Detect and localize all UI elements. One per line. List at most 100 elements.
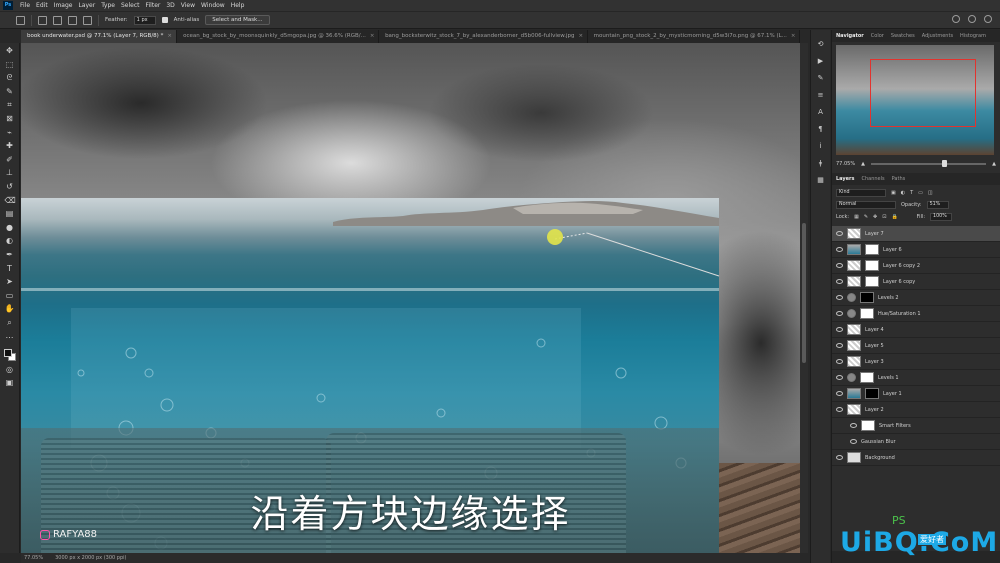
- visibility-eye-icon[interactable]: [836, 311, 843, 316]
- menu-filter[interactable]: Filter: [143, 2, 164, 9]
- visibility-eye-icon[interactable]: [836, 359, 843, 364]
- properties-icon[interactable]: ≡: [816, 91, 825, 100]
- feather-input[interactable]: 1 px: [133, 15, 156, 25]
- layer-mask-thumbnail[interactable]: [865, 388, 879, 399]
- layer-name[interactable]: Layer 6 copy: [883, 279, 915, 285]
- layer-row[interactable]: Levels 2: [832, 290, 1000, 306]
- filter-smart-object-icon[interactable]: ◫: [928, 190, 933, 196]
- zoom-slider[interactable]: [870, 160, 987, 167]
- dodge-tool-icon[interactable]: ◐: [5, 236, 15, 246]
- layer-name[interactable]: Layer 6 copy 2: [883, 263, 920, 269]
- visibility-eye-icon[interactable]: [836, 247, 843, 252]
- layer-thumbnail[interactable]: [847, 260, 861, 271]
- more-tools-icon[interactable]: …: [5, 331, 15, 341]
- layer-name[interactable]: Background: [865, 455, 895, 461]
- zoom-out-icon[interactable]: ▲: [861, 161, 865, 167]
- frame-tool-icon[interactable]: ⊠: [5, 114, 15, 124]
- menu-help[interactable]: Help: [228, 2, 248, 9]
- filter-shape-icon[interactable]: ▭: [918, 190, 923, 196]
- lasso-tool-icon[interactable]: ᘓ: [5, 73, 15, 83]
- layer-row[interactable]: Layer 3: [832, 354, 1000, 370]
- layer-row[interactable]: Background: [832, 450, 1000, 466]
- layer-name[interactable]: Layer 3: [865, 359, 884, 365]
- tab-adjustments[interactable]: Adjustments: [922, 33, 953, 39]
- select-and-mask-button[interactable]: Select and Mask...: [205, 15, 270, 25]
- foreground-color-swatch[interactable]: [3, 349, 12, 358]
- lock-position-icon[interactable]: ✥: [873, 214, 877, 220]
- lock-image-icon[interactable]: ✎: [864, 214, 868, 220]
- pen-tool-icon[interactable]: ✒: [5, 250, 15, 260]
- subtract-from-selection-icon[interactable]: [68, 15, 77, 25]
- menu-3d[interactable]: 3D: [163, 2, 177, 9]
- layer-name[interactable]: Layer 2: [865, 407, 884, 413]
- filter-adjustment-icon[interactable]: ◐: [901, 190, 905, 196]
- visibility-eye-icon[interactable]: [836, 327, 843, 332]
- visibility-eye-icon[interactable]: [836, 263, 843, 268]
- tab-channels[interactable]: Channels: [862, 176, 885, 182]
- navigator-thumbnail[interactable]: [836, 45, 994, 155]
- layer-row[interactable]: Layer 1: [832, 386, 1000, 402]
- menu-image[interactable]: Image: [51, 2, 76, 9]
- layer-name[interactable]: Layer 7: [865, 231, 884, 237]
- quick-mask-icon[interactable]: ◎: [5, 365, 15, 375]
- tab-mountain-png[interactable]: mountain_png_stock_2_by_mysticmorning_d5…: [588, 30, 800, 43]
- scrollbar-thumb[interactable]: [802, 223, 806, 363]
- close-icon[interactable]: ×: [370, 33, 375, 39]
- vertical-scrollbar[interactable]: [800, 43, 808, 553]
- filter-type-icon[interactable]: T: [910, 190, 913, 196]
- menu-file[interactable]: File: [17, 2, 33, 9]
- layer-thumbnail[interactable]: [847, 324, 861, 335]
- layer-row[interactable]: Hue/Saturation 1: [832, 306, 1000, 322]
- navigator-view-frame[interactable]: [870, 59, 976, 127]
- play-icon[interactable]: ▶: [816, 57, 825, 66]
- layer-thumbnail[interactable]: [847, 404, 861, 415]
- layer-name[interactable]: Layer 6: [883, 247, 902, 253]
- move-tool-icon[interactable]: ✥: [5, 46, 15, 56]
- layer-row[interactable]: Levels 1: [832, 370, 1000, 386]
- tab-paths[interactable]: Paths: [892, 176, 906, 182]
- layer-row[interactable]: Layer 2: [832, 402, 1000, 418]
- tab-histogram[interactable]: Histogram: [960, 33, 986, 39]
- tab-color[interactable]: Color: [871, 33, 884, 39]
- layer-mask-thumbnail[interactable]: [860, 292, 874, 303]
- brush-tool-icon[interactable]: ✐: [5, 155, 15, 165]
- gradient-tool-icon[interactable]: ▤: [5, 209, 15, 219]
- layer-thumbnail[interactable]: [847, 244, 861, 255]
- visibility-eye-icon[interactable]: [836, 391, 843, 396]
- layer-thumbnail[interactable]: [847, 452, 861, 463]
- layer-thumbnail[interactable]: [847, 373, 856, 382]
- layer-thumbnail[interactable]: [847, 388, 861, 399]
- quick-selection-tool-icon[interactable]: ✎: [5, 87, 15, 97]
- add-to-selection-icon[interactable]: [53, 15, 62, 25]
- zoom-in-icon[interactable]: ▲: [992, 161, 996, 167]
- history-brush-tool-icon[interactable]: ↺: [5, 182, 15, 192]
- layer-name[interactable]: Layer 4: [865, 327, 884, 333]
- glyphs-icon[interactable]: ǂ: [816, 159, 825, 168]
- layer-mask-thumbnail[interactable]: [860, 372, 874, 383]
- layer-row[interactable]: Layer 4: [832, 322, 1000, 338]
- layer-row[interactable]: Layer 6 copy 2: [832, 258, 1000, 274]
- blend-mode-select[interactable]: Normal: [836, 200, 896, 209]
- blur-tool-icon[interactable]: ●: [5, 223, 15, 233]
- fill-input[interactable]: 100%: [930, 212, 953, 221]
- tab-swatches[interactable]: Swatches: [891, 33, 915, 39]
- layer-name[interactable]: Hue/Saturation 1: [878, 311, 921, 317]
- layer-thumbnail[interactable]: [847, 340, 861, 351]
- menu-select[interactable]: Select: [118, 2, 143, 9]
- menu-layer[interactable]: Layer: [75, 2, 98, 9]
- brush-settings-icon[interactable]: ✎: [816, 74, 825, 83]
- tab-navigator[interactable]: Navigator: [836, 33, 864, 39]
- layer-thumbnail[interactable]: [847, 293, 856, 302]
- layer-name[interactable]: Gaussian Blur: [861, 439, 896, 445]
- tab-book-underwater[interactable]: book underwater.psd @ 77.1% (Layer 7, RG…: [21, 30, 178, 43]
- paragraph-icon[interactable]: ¶: [816, 125, 825, 134]
- document-canvas[interactable]: 沿着方块边缘选择 RAFYA88: [21, 43, 800, 553]
- tab-bang-stock[interactable]: bang_bocksterwitz_stock_7_by_alexanderbo…: [379, 30, 588, 43]
- foreground-background-color-icon[interactable]: [3, 349, 16, 362]
- libraries-icon[interactable]: ▦: [816, 176, 825, 185]
- close-icon[interactable]: ×: [167, 33, 172, 39]
- layer-name[interactable]: Levels 1: [878, 375, 899, 381]
- layer-mask-thumbnail[interactable]: [865, 244, 879, 255]
- character-icon[interactable]: A: [816, 108, 825, 117]
- layer-mask-thumbnail[interactable]: [865, 276, 879, 287]
